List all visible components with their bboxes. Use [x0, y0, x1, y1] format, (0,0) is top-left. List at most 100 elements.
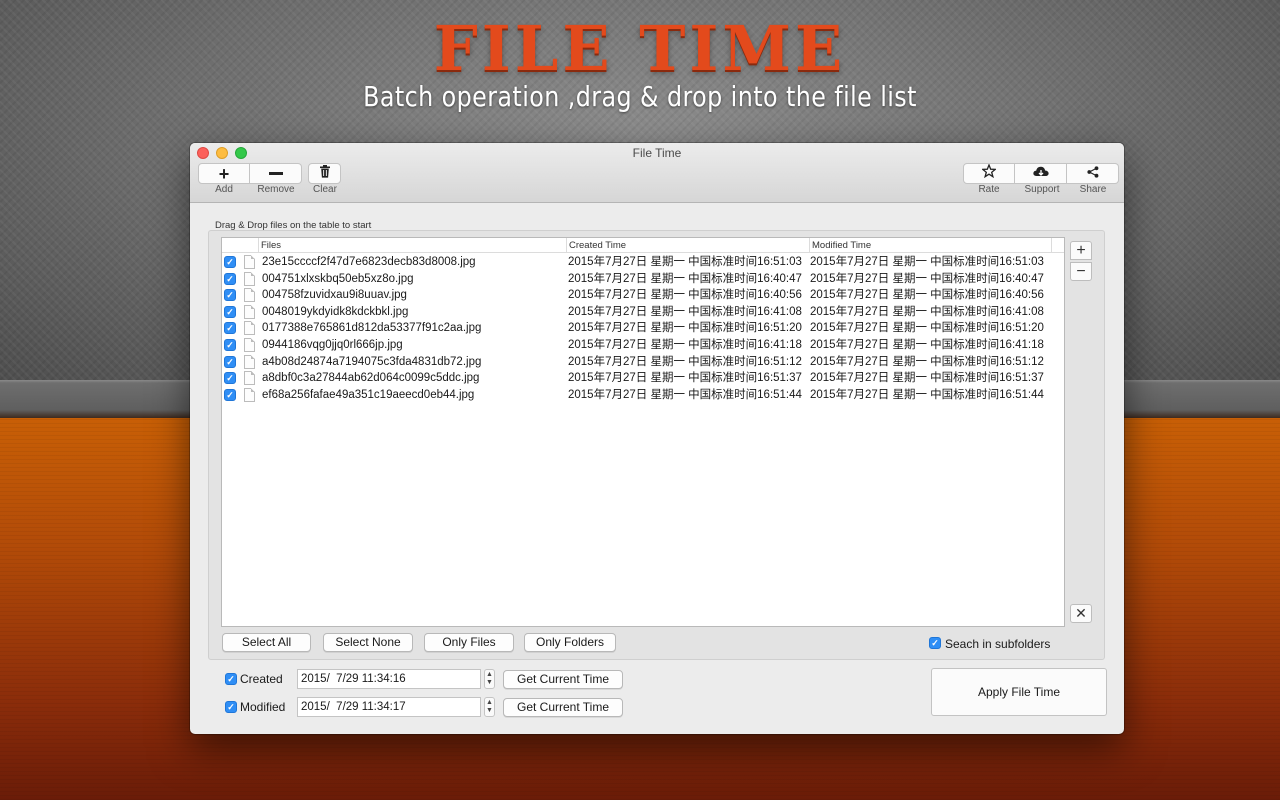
rate-label: Rate: [978, 184, 1000, 195]
apply-file-time-button[interactable]: Apply File Time: [931, 668, 1107, 716]
column-header-files[interactable]: Files: [258, 238, 568, 252]
document-icon: [244, 387, 255, 402]
file-name-cell: a8dbf0c3a27844ab62d064c0099c5ddc.jpg: [262, 372, 480, 385]
row-checkbox[interactable]: ✓: [224, 372, 236, 385]
document-icon: [244, 321, 255, 336]
trash-icon: [319, 164, 331, 183]
modified-checkbox[interactable]: ✓: [225, 701, 237, 713]
row-checkbox[interactable]: ✓: [224, 388, 236, 401]
created-time-cell: 2015年7月27日 星期一 中国标准时间16:41:18: [568, 339, 802, 351]
modified-datetime-field[interactable]: [297, 697, 481, 717]
file-name-cell: a4b08d24874a7194075c3fda4831db72.jpg: [262, 355, 482, 368]
rate-button[interactable]: [963, 163, 1015, 184]
table-row[interactable]: ✓ 004751xlxskbq50eb5xz8o.jpg 2015年7月27日 星期…: [222, 271, 1064, 288]
file-name-cell: 0048019ykdyidk8kdckbkl.jpg: [262, 305, 409, 318]
titlebar: File Time + Add Remove Clear Rate Suppor…: [190, 143, 1124, 203]
modified-time-cell: 2015年7月27日 星期一 中国标准时间16:51:12: [810, 355, 1044, 368]
add-button[interactable]: +: [198, 163, 250, 184]
column-header-modified[interactable]: Modified Time: [809, 238, 1052, 252]
created-datetime-field[interactable]: [297, 669, 481, 689]
table-row[interactable]: ✓ 0177388e765861d812da53377f91c2aa.jpg 201…: [222, 320, 1064, 337]
select-none-button[interactable]: Select None: [323, 633, 413, 652]
modified-time-cell: 2015年7月27日 星期一 中国标准时间16:51:20: [810, 322, 1044, 335]
created-checkbox[interactable]: ✓: [225, 673, 237, 685]
row-checkbox[interactable]: ✓: [224, 305, 236, 318]
document-icon: [244, 338, 255, 352]
created-time-cell: 2015年7月27日 星期一 中国标准时间16:51:03: [568, 256, 802, 268]
document-icon: [244, 304, 255, 319]
file-name-cell: 23e15ccccf2f47d7e6823decb83d8008.jpg: [262, 256, 476, 268]
app-window: File Time + Add Remove Clear Rate Suppor…: [190, 143, 1124, 734]
subfolders-checkbox[interactable]: ✓: [929, 637, 941, 649]
clear-toolbar-group: [308, 163, 341, 184]
document-icon: [244, 271, 255, 286]
table-row[interactable]: ✓ ef68a256fafae49a351c19aeecd0eb44.jpg 201…: [222, 387, 1064, 404]
modified-time-cell: 2015年7月27日 星期一 中国标准时间16:41:08: [810, 305, 1044, 318]
created-time-cell: 2015年7月27日 星期一 中国标准时间16:51:37: [568, 372, 802, 385]
table-row[interactable]: ✓ 0048019ykdyidk8kdckbkl.jpg 2015年7月27日 星期…: [222, 304, 1064, 321]
created-time-cell: 2015年7月27日 星期一 中国标准时间16:51:12: [568, 355, 802, 368]
clear-label: Clear: [313, 184, 337, 195]
row-checkbox[interactable]: ✓: [224, 272, 236, 285]
column-header-spacer: [1051, 238, 1064, 252]
share-label: Share: [1079, 184, 1107, 195]
file-name-cell: 004758fzuvidxau9i8uuav.jpg: [262, 289, 407, 302]
plus-icon: +: [218, 163, 230, 184]
add-label: Add: [215, 184, 233, 195]
modified-time-cell: 2015年7月27日 星期一 中国标准时间16:51:03: [810, 256, 1044, 268]
only-folders-button[interactable]: Only Folders: [524, 633, 616, 652]
edit-toolbar-group: +: [198, 163, 302, 184]
modified-stepper[interactable]: ▲ ▼: [484, 697, 495, 717]
table-row[interactable]: ✓ a4b08d24874a7194075c3fda4831db72.jpg 201…: [222, 354, 1064, 371]
modified-time-cell: 2015年7月27日 星期一 中国标准时间16:40:56: [810, 289, 1044, 302]
subfolders-label: Seach in subfolders: [945, 637, 1051, 651]
support-button[interactable]: [1015, 163, 1067, 184]
file-table[interactable]: Files Created Time Modified Time ✓ 23e15c…: [221, 237, 1065, 627]
column-header-created[interactable]: Created Time: [566, 238, 809, 252]
created-get-current-time-button[interactable]: Get Current Time: [503, 670, 623, 689]
created-time-cell: 2015年7月27日 星期一 中国标准时间16:40:47: [568, 272, 802, 285]
close-icon: ✕: [1075, 605, 1087, 621]
file-name-cell: 0177388e765861d812da53377f91c2aa.jpg: [262, 322, 482, 335]
created-time-cell: 2015年7月27日 星期一 中国标准时间16:40:56: [568, 289, 802, 302]
modified-time-cell: 2015年7月27日 星期一 中国标准时间16:40:47: [810, 272, 1044, 285]
star-icon: [981, 163, 997, 183]
document-icon: [244, 255, 255, 269]
share-button[interactable]: [1067, 163, 1119, 184]
modified-time-cell: 2015年7月27日 星期一 中国标准时间16:51:37: [810, 372, 1044, 385]
row-checkbox[interactable]: ✓: [224, 322, 236, 335]
clear-button[interactable]: [308, 163, 341, 184]
remove-file-minus-button[interactable]: −: [1070, 262, 1092, 281]
document-icon: [244, 354, 255, 369]
row-checkbox[interactable]: ✓: [224, 355, 236, 368]
window-title: File Time: [632, 146, 682, 160]
table-row[interactable]: ✓ 004758fzuvidxau9i8uuav.jpg 2015年7月27日 星期…: [222, 287, 1064, 304]
row-checkbox[interactable]: ✓: [224, 289, 236, 302]
minus-icon: −: [1076, 262, 1086, 280]
created-label: Created: [240, 672, 283, 686]
table-row[interactable]: ✓ 23e15ccccf2f47d7e6823decb83d8008.jpg 201…: [222, 254, 1064, 271]
clear-list-button[interactable]: ✕: [1070, 604, 1092, 623]
hero-subtitle: Batch operation ,drag & drop into the fi…: [363, 80, 917, 113]
table-header: Files Created Time Modified Time: [222, 238, 1064, 253]
file-name-cell: 0944186vqg0jjq0rl666jp.jpg: [262, 339, 403, 351]
document-icon: [244, 371, 255, 386]
table-row[interactable]: ✓ a8dbf0c3a27844ab62d064c0099c5ddc.jpg 201…: [222, 370, 1064, 387]
modified-time-cell: 2015年7月27日 星期一 中国标准时间16:41:18: [810, 339, 1044, 351]
remove-button[interactable]: [250, 163, 302, 184]
select-all-button[interactable]: Select All: [222, 633, 311, 652]
modified-get-current-time-button[interactable]: Get Current Time: [503, 698, 623, 717]
social-toolbar-group: [963, 163, 1119, 184]
remove-label: Remove: [257, 184, 295, 195]
add-file-plus-button[interactable]: +: [1070, 241, 1092, 260]
cloud-icon: [1032, 165, 1050, 183]
created-stepper[interactable]: ▲ ▼: [484, 669, 495, 689]
only-files-button[interactable]: Only Files: [424, 633, 514, 652]
minus-icon: [268, 172, 283, 175]
table-row[interactable]: ✓ 0944186vqg0jjq0rl666jp.jpg 2015年7月27日 星期…: [222, 337, 1064, 354]
document-icon: [244, 288, 255, 303]
row-checkbox[interactable]: ✓: [224, 339, 236, 351]
support-label: Support: [1024, 184, 1060, 195]
created-time-cell: 2015年7月27日 星期一 中国标准时间16:51:44: [568, 388, 802, 401]
row-checkbox[interactable]: ✓: [224, 256, 236, 268]
